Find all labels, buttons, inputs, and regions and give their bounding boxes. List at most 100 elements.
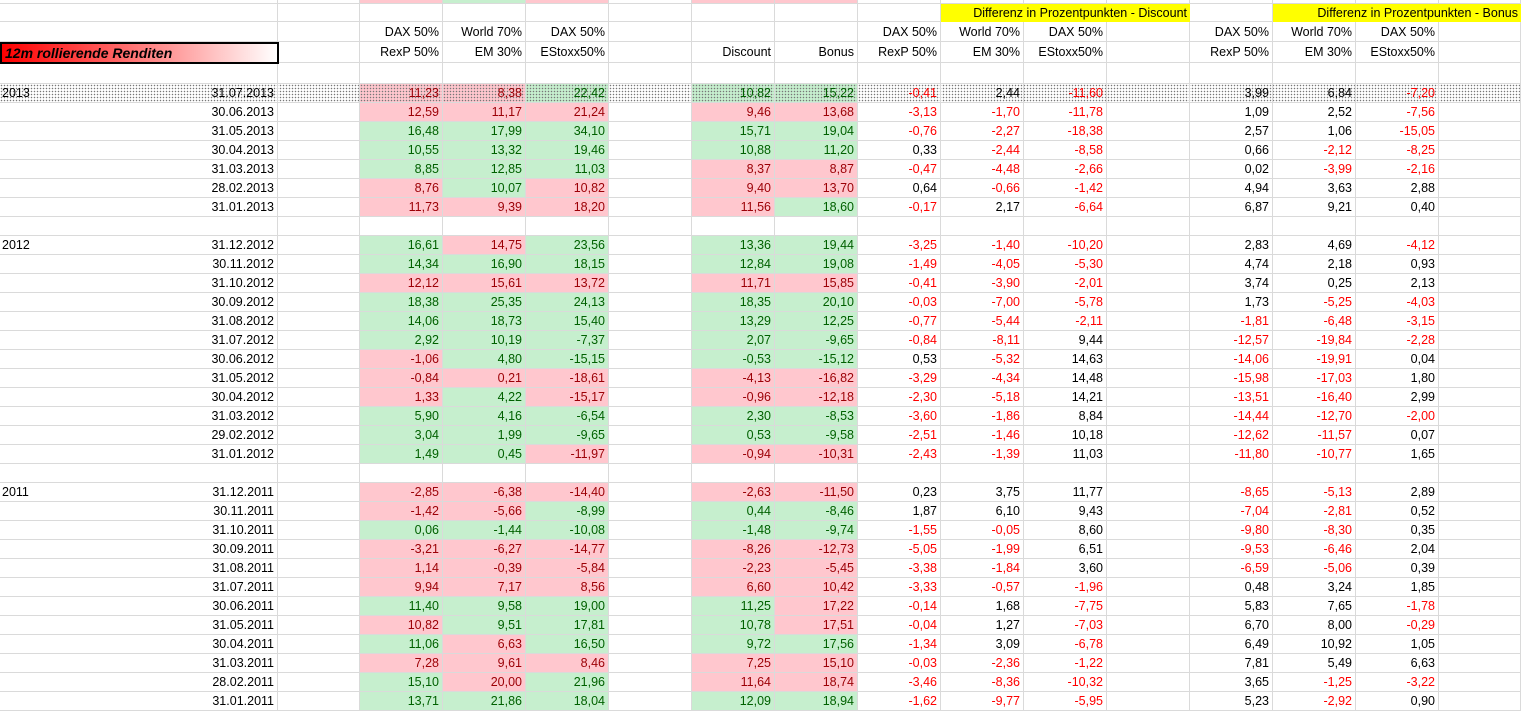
cell[interactable]: 2,92	[360, 331, 443, 349]
cell[interactable]: 18,15	[526, 255, 609, 273]
cell[interactable]	[1273, 217, 1356, 235]
cell[interactable]	[0, 445, 110, 463]
cell[interactable]	[0, 0, 110, 3]
cell[interactable]: 12,59	[360, 103, 443, 121]
cell[interactable]: 1,14	[360, 559, 443, 577]
cell[interactable]	[1107, 540, 1190, 558]
cell[interactable]	[0, 369, 110, 387]
cell[interactable]: 7,17	[443, 578, 526, 596]
cell[interactable]	[360, 217, 443, 235]
cell[interactable]: 2,17	[941, 198, 1024, 216]
cell[interactable]: 2,13	[1356, 274, 1439, 292]
cell[interactable]: -4,34	[941, 369, 1024, 387]
cell[interactable]	[1439, 521, 1521, 539]
cell[interactable]: 2,88	[1356, 179, 1439, 197]
cell[interactable]: 4,69	[1273, 236, 1356, 254]
cell[interactable]	[0, 4, 110, 21]
cell[interactable]	[1107, 312, 1190, 330]
cell[interactable]	[278, 255, 360, 273]
title-box[interactable]: 12m rollierende Renditen	[0, 42, 279, 64]
cell[interactable]	[609, 597, 692, 615]
cell[interactable]: -2,01	[1024, 274, 1107, 292]
cell[interactable]	[609, 445, 692, 463]
cell[interactable]: 15,10	[775, 654, 858, 672]
cell[interactable]	[1107, 350, 1190, 368]
cell[interactable]: -13,51	[1190, 388, 1273, 406]
cell[interactable]: 1,80	[1356, 369, 1439, 387]
cell[interactable]: 3,09	[941, 635, 1024, 653]
cell[interactable]: 9,72	[692, 635, 775, 653]
cell[interactable]: 2,83	[1190, 236, 1273, 254]
cell[interactable]: -0,53	[692, 350, 775, 368]
cell[interactable]	[609, 578, 692, 596]
cell[interactable]	[609, 616, 692, 634]
cell[interactable]: -0,76	[858, 122, 941, 140]
cell[interactable]: 34,10	[526, 122, 609, 140]
cell[interactable]	[0, 160, 110, 178]
cell[interactable]: -0,03	[858, 654, 941, 672]
cell[interactable]: 10,78	[692, 616, 775, 634]
cell[interactable]	[1107, 122, 1190, 140]
cell[interactable]: 2,57	[1190, 122, 1273, 140]
cell[interactable]	[0, 122, 110, 140]
cell[interactable]	[278, 22, 360, 41]
cell[interactable]: -10,31	[775, 445, 858, 463]
cell[interactable]: 17,22	[775, 597, 858, 615]
cell[interactable]: -1,78	[1356, 597, 1439, 615]
cell[interactable]: -0,14	[858, 597, 941, 615]
cell[interactable]	[1107, 445, 1190, 463]
cell[interactable]: 7,25	[692, 654, 775, 672]
cell[interactable]: 31.03.2012	[110, 407, 278, 425]
cell[interactable]	[278, 369, 360, 387]
cell[interactable]: -16,40	[1273, 388, 1356, 406]
cell[interactable]	[609, 179, 692, 197]
cell[interactable]: 31.01.2011	[110, 692, 278, 710]
cell[interactable]: -1,25	[1273, 673, 1356, 691]
cell[interactable]: -6,27	[443, 540, 526, 558]
cell[interactable]: -0,41	[858, 274, 941, 292]
cell[interactable]: -3,22	[1356, 673, 1439, 691]
cell[interactable]	[110, 22, 278, 41]
cell[interactable]	[278, 42, 360, 62]
cell[interactable]	[0, 63, 110, 83]
cell[interactable]: 15,71	[692, 122, 775, 140]
cell[interactable]: -2,12	[1273, 141, 1356, 159]
cell[interactable]: -3,38	[858, 559, 941, 577]
cell[interactable]: 11,17	[443, 103, 526, 121]
cell[interactable]: -0,96	[692, 388, 775, 406]
cell[interactable]: -11,50	[775, 483, 858, 501]
cell[interactable]: 11,03	[526, 160, 609, 178]
cell[interactable]	[278, 217, 360, 235]
cell[interactable]: -5,32	[941, 350, 1024, 368]
cell[interactable]: -8,25	[1356, 141, 1439, 159]
cell[interactable]: 30.11.2012	[110, 255, 278, 273]
cell[interactable]	[443, 4, 526, 21]
cell[interactable]: -2,16	[1356, 160, 1439, 178]
cell[interactable]: -0,47	[858, 160, 941, 178]
cell[interactable]: 4,22	[443, 388, 526, 406]
cell[interactable]: 4,16	[443, 407, 526, 425]
cell[interactable]: 0,23	[858, 483, 941, 501]
cell[interactable]: -1,42	[360, 502, 443, 520]
cell[interactable]	[1024, 63, 1107, 83]
cell[interactable]: -1,44	[443, 521, 526, 539]
cell[interactable]	[775, 4, 858, 21]
cell[interactable]: -2,27	[941, 122, 1024, 140]
cell[interactable]: 6,84	[1273, 84, 1356, 102]
cell[interactable]: 11,25	[692, 597, 775, 615]
cell[interactable]	[278, 179, 360, 197]
cell[interactable]: World 70%	[443, 22, 526, 41]
cell[interactable]: 19,04	[775, 122, 858, 140]
cell[interactable]	[278, 63, 360, 83]
cell[interactable]	[278, 578, 360, 596]
cell[interactable]	[1439, 312, 1521, 330]
cell[interactable]	[278, 331, 360, 349]
cell[interactable]: 9,94	[360, 578, 443, 596]
cell[interactable]: -8,58	[1024, 141, 1107, 159]
cell[interactable]	[1356, 217, 1439, 235]
cell[interactable]: 31.05.2011	[110, 616, 278, 634]
cell[interactable]: -15,15	[526, 350, 609, 368]
spreadsheet-grid[interactable]: DAX 50% World 70% DAX 50% DAX 50% World 70% D…	[0, 0, 1521, 711]
cell[interactable]: 31.08.2011	[110, 559, 278, 577]
cell[interactable]: -1,40	[941, 236, 1024, 254]
